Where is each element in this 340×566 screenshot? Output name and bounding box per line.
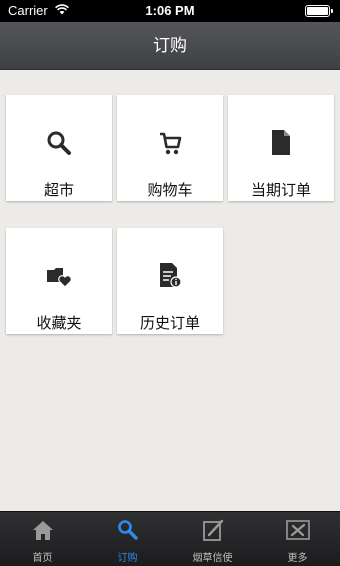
tile-supermarket[interactable]: 超市 bbox=[6, 95, 112, 201]
tile-order-history[interactable]: 历史订单 bbox=[117, 228, 223, 334]
tab-label: 首页 bbox=[32, 553, 53, 564]
clock: 1:06 PM bbox=[145, 3, 195, 18]
tab-order[interactable]: 订购 bbox=[85, 512, 170, 566]
tile-label: 当期订单 bbox=[250, 181, 311, 199]
status-bar: Carrier 1:06 PM bbox=[0, 0, 340, 22]
tab-label: 烟草信使 bbox=[192, 553, 233, 564]
tab-bar: 首页 订购 烟草信使 更多 bbox=[0, 511, 340, 566]
tab-home[interactable]: 首页 bbox=[0, 512, 85, 566]
search-icon bbox=[118, 520, 138, 540]
battery-icon bbox=[305, 5, 333, 17]
home-icon bbox=[33, 521, 53, 540]
tile-label: 收藏夹 bbox=[36, 314, 82, 332]
page-title: 订购 bbox=[153, 36, 187, 56]
nav-bar: 订购 bbox=[0, 22, 340, 70]
favorites-icon bbox=[47, 268, 72, 288]
shopping-cart-icon bbox=[160, 132, 182, 155]
tab-label: 订购 bbox=[117, 553, 138, 564]
tile-label: 购物车 bbox=[147, 181, 193, 199]
tools-icon bbox=[286, 520, 310, 540]
tab-more[interactable]: 更多 bbox=[255, 512, 340, 566]
document-icon bbox=[272, 130, 290, 155]
tile-favorites[interactable]: 收藏夹 bbox=[6, 228, 112, 334]
tile-current-orders[interactable]: 当期订单 bbox=[228, 95, 334, 201]
tab-label: 更多 bbox=[287, 553, 308, 564]
tile-shopping-cart[interactable]: 购物车 bbox=[117, 95, 223, 201]
tab-tobacco-messenger[interactable]: 烟草信使 bbox=[170, 512, 255, 566]
edit-icon bbox=[203, 519, 224, 541]
tile-label: 超市 bbox=[43, 181, 74, 199]
tile-label: 历史订单 bbox=[139, 314, 200, 332]
search-icon bbox=[47, 131, 71, 155]
order-history-icon bbox=[160, 263, 182, 288]
